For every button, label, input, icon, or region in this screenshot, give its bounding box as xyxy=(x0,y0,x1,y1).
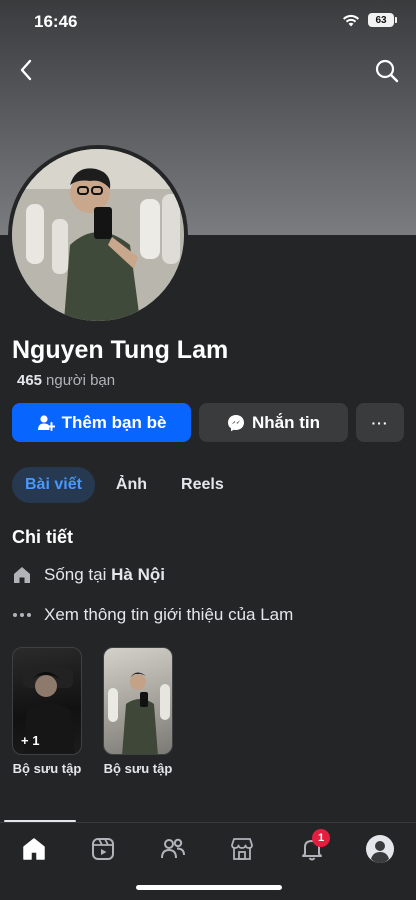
battery-icon: 63 xyxy=(368,13,397,27)
lives-in-row: Sống tại Hà Nội xyxy=(12,565,165,585)
friends-count[interactable]: 465 người bạn xyxy=(17,372,115,389)
collection-card[interactable]: + 1 Bộ sưu tập xyxy=(12,647,82,777)
friends-icon xyxy=(161,838,185,859)
wifi-icon xyxy=(343,14,359,26)
collection-label: Bộ sưu tập xyxy=(103,761,173,776)
marketplace-icon xyxy=(231,838,253,860)
friends-number: 465 xyxy=(17,372,43,389)
back-button[interactable] xyxy=(12,56,40,84)
add-friend-icon xyxy=(37,414,55,431)
nav-marketplace[interactable] xyxy=(222,833,262,865)
profile-icon xyxy=(366,835,394,863)
nav-video[interactable] xyxy=(83,833,123,865)
battery-level: 63 xyxy=(375,14,387,26)
more-dots-icon xyxy=(12,612,32,618)
tab-photos[interactable]: Ảnh xyxy=(103,467,160,503)
collection-label: Bộ sưu tập xyxy=(12,761,82,776)
details-title: Chi tiết xyxy=(12,527,73,547)
lives-in-text: Sống tại Hà Nội xyxy=(44,565,165,584)
about-info-link[interactable]: Xem thông tin giới thiệu của Lam xyxy=(12,605,293,625)
message-button[interactable]: Nhắn tin xyxy=(199,403,348,442)
nav-profile[interactable] xyxy=(360,833,400,865)
add-friend-label: Thêm bạn bè xyxy=(61,412,167,432)
more-options-button[interactable]: ··· xyxy=(356,403,404,442)
nav-friends[interactable] xyxy=(153,833,193,865)
tab-reels[interactable]: Reels xyxy=(168,467,237,503)
home-icon xyxy=(12,565,32,585)
status-time: 16:46 xyxy=(34,12,78,31)
notification-badge: 1 xyxy=(312,829,330,847)
search-icon xyxy=(375,59,399,83)
profile-tabs: Bài viết Ảnh Reels xyxy=(12,467,245,503)
collection-card[interactable]: Bộ sưu tập xyxy=(103,647,173,777)
profile-name: Nguyen Tung Lam xyxy=(12,336,229,364)
search-button[interactable] xyxy=(372,56,402,86)
status-icons: 63 xyxy=(342,13,397,27)
nav-notifications[interactable]: 1 xyxy=(292,829,332,865)
collection-count: + 1 xyxy=(21,733,40,748)
profile-avatar[interactable] xyxy=(8,145,188,325)
tab-posts[interactable]: Bài viết xyxy=(12,467,95,503)
avatar-illustration xyxy=(12,149,184,321)
collection-photo xyxy=(108,672,170,754)
about-link-text: Xem thông tin giới thiệu của Lam xyxy=(44,605,294,624)
friends-label: người bạn xyxy=(46,372,116,389)
collection-thumbnail: + 1 xyxy=(12,647,82,755)
nav-home[interactable] xyxy=(14,833,54,865)
collection-thumbnail xyxy=(103,647,173,755)
home-icon xyxy=(23,838,45,860)
avatar-photo xyxy=(12,149,184,321)
message-label: Nhắn tin xyxy=(252,412,320,432)
add-friend-button[interactable]: Thêm bạn bè xyxy=(12,403,191,442)
status-bar: 16:46 63 xyxy=(0,0,416,44)
video-icon xyxy=(92,838,114,860)
chevron-left-icon xyxy=(20,59,32,81)
more-label: ··· xyxy=(371,414,389,431)
messenger-icon xyxy=(228,414,244,431)
home-indicator xyxy=(136,885,282,890)
